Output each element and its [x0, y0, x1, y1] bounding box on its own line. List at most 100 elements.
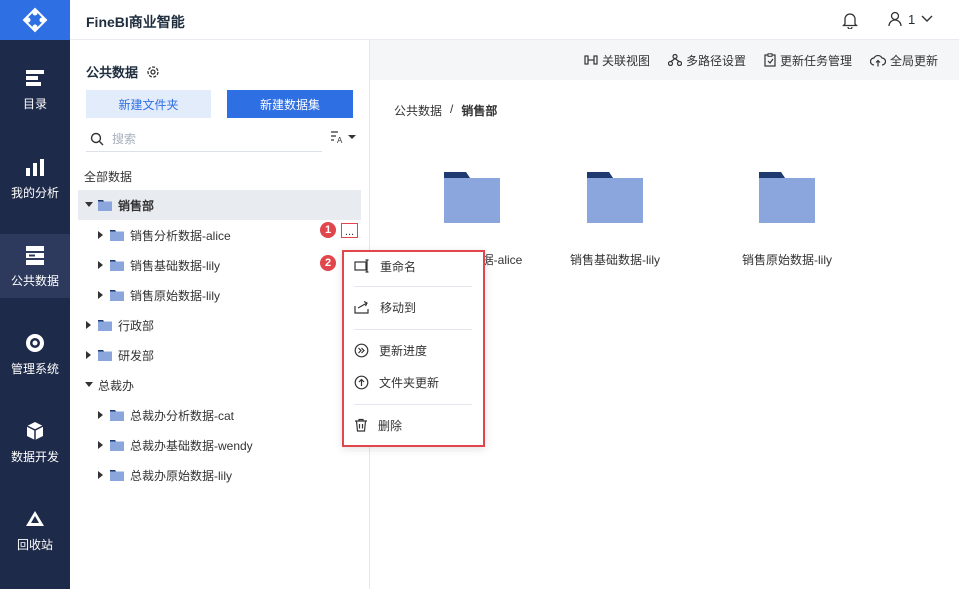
- menu-item-rename[interactable]: 重命名: [354, 252, 472, 280]
- caret-right-icon[interactable]: [96, 260, 106, 270]
- analysis-icon: [26, 158, 44, 176]
- rail-item-admin[interactable]: 管理系统: [0, 322, 70, 386]
- search-box: [86, 126, 322, 152]
- caret-down-icon[interactable]: [84, 380, 94, 390]
- tree-folder-sales-raw[interactable]: 销售原始数据-lily: [78, 280, 361, 310]
- rail-item-analysis[interactable]: 我的分析: [0, 146, 70, 210]
- rail-item-recycle[interactable]: 回收站: [0, 498, 70, 562]
- folder-card-label: 销售基础数据-lily: [570, 253, 660, 267]
- caret-right-icon[interactable]: [96, 410, 106, 420]
- menu-item-delete[interactable]: 删除: [354, 411, 472, 439]
- user-name: 1: [908, 11, 916, 27]
- caret-down-icon: [348, 135, 356, 139]
- tree-folder-ceo-raw[interactable]: 总裁办原始数据-lily: [78, 460, 361, 490]
- menu-item-update-progress[interactable]: 更新进度: [354, 336, 472, 364]
- sort-dropdown[interactable]: A: [330, 130, 356, 144]
- rail-label: 管理系统: [10, 361, 59, 376]
- tree-folder-admin[interactable]: 行政部: [78, 310, 361, 340]
- catalog-icon: [26, 69, 44, 86]
- public-data-icon: [26, 245, 44, 265]
- caret-right-icon[interactable]: [84, 350, 94, 360]
- cube-icon: [26, 421, 44, 440]
- tree-label: 销售部: [118, 198, 155, 213]
- global-update-button[interactable]: 全局更新: [869, 52, 938, 69]
- new-dataset-button[interactable]: 新建数据集: [227, 90, 353, 118]
- cloud-update-icon: [869, 54, 886, 66]
- tree-folder-sales-analysis[interactable]: 销售分析数据-alice: [78, 220, 361, 250]
- tree-label: 总裁办: [98, 378, 135, 393]
- menu-item-move[interactable]: 移动到: [354, 293, 472, 321]
- logo-icon: [22, 7, 48, 33]
- folder-card[interactable]: 销售原始数据-lily: [707, 172, 867, 268]
- tree-folder-ceo-base[interactable]: 总裁办基础数据-wendy: [78, 430, 361, 460]
- folder-card-label: 销售原始数据-lily: [742, 253, 832, 267]
- folder-icon: [110, 440, 124, 451]
- tree-label: 销售原始数据-lily: [130, 288, 220, 303]
- folder-icon: [110, 410, 124, 421]
- rail-item-catalog[interactable]: 目录: [0, 57, 70, 121]
- rail-label: 数据开发: [10, 449, 59, 464]
- folder-icon: [444, 172, 500, 223]
- toolbar: 关联视图 多路径设置 更新任务管理 全局更新: [370, 40, 959, 80]
- caret-right-icon[interactable]: [96, 230, 106, 240]
- breadcrumb-root[interactable]: 公共数据: [394, 102, 442, 119]
- search-input[interactable]: [112, 131, 302, 146]
- tree-folder-ceo-analysis[interactable]: 总裁办分析数据-cat: [78, 400, 361, 430]
- chevron-down-icon: [921, 15, 933, 22]
- step-badge: 2: [320, 255, 336, 271]
- folder-icon: [110, 290, 124, 301]
- tree-folder-ceo[interactable]: 总裁办: [78, 370, 361, 400]
- multi-path-button[interactable]: 多路径设置: [667, 52, 746, 69]
- rail-item-data-dev[interactable]: 数据开发: [0, 410, 70, 474]
- menu-item-folder-update[interactable]: 文件夹更新: [354, 368, 472, 396]
- rail-label: 回收站: [16, 537, 53, 552]
- task-management-button[interactable]: 更新任务管理: [764, 52, 852, 69]
- breadcrumb-separator: /: [450, 102, 454, 116]
- settings-icon[interactable]: [146, 65, 160, 79]
- toolbar-label: 关联视图: [601, 53, 650, 68]
- new-folder-button[interactable]: 新建文件夹: [86, 90, 211, 118]
- breadcrumb-current: 销售部: [461, 104, 498, 118]
- all-data-label: 全部数据: [84, 170, 133, 184]
- rail-item-public-data[interactable]: 公共数据: [0, 234, 70, 298]
- caret-right-icon[interactable]: [96, 440, 106, 450]
- folder-icon: [587, 172, 643, 223]
- caret-right-icon[interactable]: [96, 470, 106, 480]
- multi-path-icon: [667, 54, 682, 66]
- rail-label: 目录: [22, 96, 47, 111]
- bell-icon[interactable]: [842, 11, 858, 29]
- tree-label: 总裁办分析数据-cat: [130, 408, 235, 423]
- app-logo[interactable]: [0, 0, 70, 40]
- folder-icon: [98, 320, 112, 331]
- folder-icon: [110, 470, 124, 481]
- menu-label: 更新进度: [379, 343, 428, 358]
- relation-view-button[interactable]: 关联视图: [584, 52, 650, 69]
- rail-label: 公共数据: [10, 273, 59, 288]
- menu-divider: [354, 404, 472, 405]
- folder-icon: [110, 260, 124, 271]
- menu-divider: [354, 329, 472, 330]
- caret-right-icon[interactable]: [96, 290, 106, 300]
- panel-title-text: 公共数据: [86, 65, 139, 80]
- move-icon: [354, 300, 369, 314]
- folder-card[interactable]: 销售基础数据-lily: [535, 172, 695, 268]
- more-options-button[interactable]: ...: [341, 223, 358, 238]
- caret-right-icon[interactable]: [84, 320, 94, 330]
- caret-down-icon[interactable]: [84, 200, 94, 210]
- relation-view-icon: [584, 55, 598, 65]
- user-menu[interactable]: 1: [888, 11, 933, 27]
- tree-label: 行政部: [118, 318, 155, 333]
- tree-folder-rnd[interactable]: 研发部: [78, 340, 361, 370]
- tree-folder-sales[interactable]: 销售部: [78, 190, 361, 220]
- context-menu: 重命名 移动到 更新进度 文件夹更新 删除: [342, 250, 485, 447]
- tree-label: 研发部: [118, 348, 155, 363]
- tree-label: 总裁办基础数据-wendy: [130, 438, 253, 453]
- folder-icon: [110, 230, 124, 241]
- toolbar-label: 全局更新: [889, 53, 938, 68]
- tree-folder-sales-base[interactable]: 销售基础数据-lily: [78, 250, 361, 280]
- menu-label: 删除: [378, 418, 403, 433]
- folder-icon: [98, 350, 112, 361]
- task-icon: [764, 53, 776, 67]
- menu-label: 重命名: [380, 259, 417, 274]
- sort-icon: A: [331, 131, 343, 144]
